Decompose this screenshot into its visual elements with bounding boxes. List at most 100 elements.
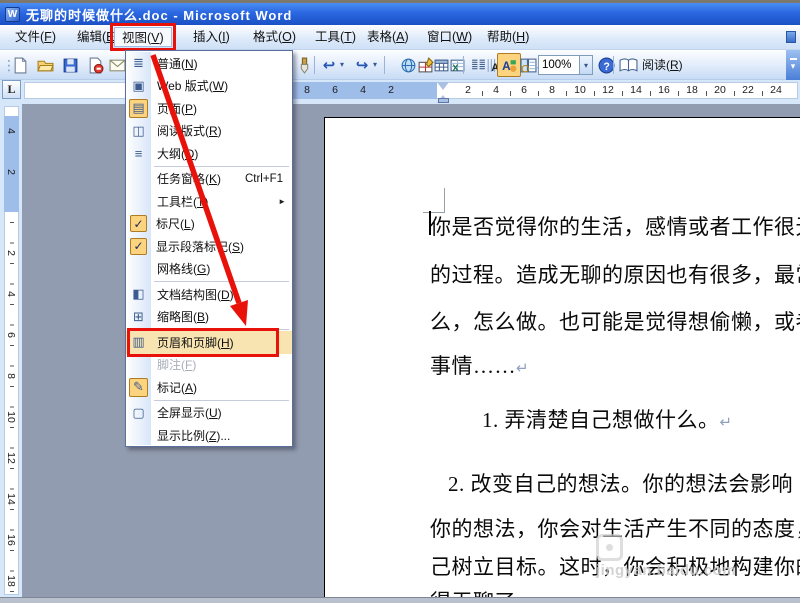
menu-item-toolbars[interactable]: 工具栏(T) ► bbox=[126, 190, 292, 213]
ruler-number: 8 bbox=[304, 84, 310, 96]
reading-mode-button[interactable]: 阅读(R) bbox=[616, 53, 686, 77]
ruler-number: 2 bbox=[465, 84, 471, 96]
text-boundary-corner-mark bbox=[444, 188, 445, 213]
tab-stop-selector[interactable]: L bbox=[2, 80, 21, 99]
ruler-ticks bbox=[10, 222, 14, 592]
full-screen-icon: ▢ bbox=[132, 404, 145, 420]
reading-layout-icon: ◫ bbox=[132, 122, 145, 138]
document-map-icon: ◧ bbox=[132, 286, 145, 302]
menu-item-full-screen[interactable]: ▢ 全屏显示(U) bbox=[126, 402, 292, 425]
menu-item-label: 缩略图(B) bbox=[157, 310, 210, 325]
help-button[interactable]: ? bbox=[594, 53, 618, 77]
menu-item-label: 标记(A) bbox=[157, 380, 198, 395]
menu-format[interactable]: 格式(O) bbox=[246, 27, 303, 47]
menu-item-label: 网格线(G) bbox=[157, 262, 211, 277]
document-list-item: 2. 改变自己的想法。你的想法会影响 bbox=[448, 472, 793, 496]
menu-item-label: 显示段落标记(S) bbox=[156, 239, 245, 254]
open-book-icon bbox=[619, 58, 638, 72]
undo-dropdown-caret[interactable]: ▾ bbox=[340, 60, 350, 69]
menu-item-print-layout[interactable]: ▤ 页面(P) bbox=[126, 97, 292, 120]
menu-item-label: 文档结构图(D) bbox=[157, 287, 234, 302]
menu-item-zoom[interactable]: 显示比例(Z)... bbox=[126, 424, 292, 447]
thumbnails-icon: ⊞ bbox=[133, 308, 144, 324]
menu-item-paragraph-marks[interactable]: ✓ 显示段落标记(S) bbox=[126, 235, 292, 258]
drawing-icon: A bbox=[502, 59, 516, 72]
menu-tools[interactable]: 工具(T) bbox=[308, 27, 363, 47]
save-button[interactable] bbox=[58, 53, 82, 77]
menu-item-label: 普通(N) bbox=[157, 56, 198, 71]
submenu-arrow-icon: ► bbox=[278, 196, 286, 206]
open-folder-icon bbox=[36, 60, 54, 71]
menu-item-header-footer[interactable]: ▥ 页眉和页脚(H) bbox=[126, 328, 292, 356]
word-window: W 无聊的时候做什么.doc - Microsoft Word 文件(F) 编辑… bbox=[0, 0, 800, 603]
standard-toolbar: ⋮ ↩ ▾ ↪ ▾ X A A 100% ▾ ? 阅读(R) ▾ bbox=[0, 50, 800, 80]
checkmark-icon: ✓ bbox=[130, 215, 147, 233]
svg-text:X: X bbox=[452, 62, 459, 73]
menu-item-reading-layout[interactable]: ◫ 阅读版式(R) bbox=[126, 120, 292, 143]
menu-item-thumbnails[interactable]: ⊞ 缩略图(B) bbox=[126, 306, 292, 329]
zoom-input[interactable] bbox=[538, 55, 580, 75]
menu-help[interactable]: 帮助(H) bbox=[480, 27, 536, 47]
menu-item-label: 页眉和页脚(H) bbox=[157, 335, 234, 350]
zoom-control: ▾ bbox=[538, 55, 593, 75]
markup-icon: ✎ bbox=[129, 377, 148, 397]
menu-item-label: 工具栏(T) bbox=[157, 194, 209, 209]
toolbar-separator bbox=[314, 56, 315, 74]
zoom-dropdown-caret[interactable]: ▾ bbox=[580, 55, 593, 75]
redo-button[interactable]: ↪ bbox=[350, 53, 374, 77]
watermark-text: jingyan.baidu.com bbox=[596, 562, 737, 579]
word-app-icon: W bbox=[5, 6, 20, 22]
permission-button[interactable] bbox=[83, 53, 107, 77]
left-indent-marker[interactable] bbox=[438, 98, 449, 103]
redo-dropdown-caret[interactable]: ▾ bbox=[373, 60, 383, 69]
format-painter-button[interactable] bbox=[292, 53, 316, 77]
menu-table[interactable]: 表格(A) bbox=[360, 27, 416, 47]
svg-text:A: A bbox=[502, 59, 511, 72]
new-document-button[interactable] bbox=[8, 53, 32, 77]
document-text-line: 么，怎么做。也可能是觉得想偷懒，或者 bbox=[430, 310, 800, 334]
view-menu-dropdown: ≣ 普通(N) ▣ Web 版式(W) ▤ 页面(P) ◫ 阅读版式(R) ≡ … bbox=[125, 50, 293, 447]
menubar-overflow[interactable] bbox=[786, 31, 796, 43]
format-painter-icon bbox=[300, 57, 308, 74]
menu-item-label: 页面(P) bbox=[157, 101, 198, 116]
menu-item-markup[interactable]: ✎ 标记(A) bbox=[126, 376, 292, 399]
ruler-number: 6 bbox=[332, 84, 338, 96]
menu-file[interactable]: 文件(F) bbox=[8, 27, 63, 47]
menu-item-web-layout[interactable]: ▣ Web 版式(W) bbox=[126, 75, 292, 98]
toolbar-separator bbox=[384, 56, 385, 74]
title-bar: W 无聊的时候做什么.doc - Microsoft Word bbox=[0, 3, 800, 25]
menu-item-outline[interactable]: ≡ 大纲(O) bbox=[126, 142, 292, 165]
menu-bar: 文件(F) 编辑(E) 视图(V) 插入(I) 格式(O) 工具(T) 表格(A… bbox=[0, 23, 800, 51]
outline-view-icon: ≡ bbox=[134, 145, 143, 161]
document-text-line: 事情……↵ bbox=[430, 354, 530, 378]
document-list-item: 1. 弄清楚自己想做什么。↵ bbox=[482, 408, 733, 432]
undo-icon: ↩ bbox=[322, 56, 336, 74]
toolbar-separator bbox=[463, 56, 464, 74]
menu-shortcut: Ctrl+F1 bbox=[244, 172, 283, 185]
document-text-line: 的过程。造成无聊的原因也有很多，最常 bbox=[430, 263, 800, 287]
menu-view[interactable]: 视图(V) bbox=[110, 23, 176, 51]
ruler-number: 4 bbox=[360, 84, 366, 96]
header-footer-icon: ▥ bbox=[132, 334, 145, 350]
menu-item-document-map[interactable]: ◧ 文档结构图(D) bbox=[126, 283, 292, 306]
menu-item-label: 全屏显示(U) bbox=[157, 406, 222, 421]
menu-insert[interactable]: 插入(I) bbox=[186, 27, 237, 47]
menu-item-label: Web 版式(W) bbox=[157, 79, 229, 94]
menu-item-label: 任务窗格(K) bbox=[157, 172, 222, 187]
menu-item-ruler[interactable]: ✓ 标尺(L) bbox=[126, 213, 292, 236]
undo-button[interactable]: ↩ bbox=[317, 53, 341, 77]
menu-item-normal-view[interactable]: ≣ 普通(N) bbox=[126, 52, 292, 75]
save-icon bbox=[63, 58, 77, 72]
new-document-icon bbox=[14, 57, 26, 73]
redo-icon: ↪ bbox=[355, 56, 369, 74]
menu-item-task-pane[interactable]: 任务窗格(K) Ctrl+F1 bbox=[126, 168, 292, 191]
web-layout-icon: ▣ bbox=[132, 77, 145, 93]
open-button[interactable] bbox=[33, 53, 57, 77]
toolbar-options-button[interactable]: ▾ bbox=[786, 50, 800, 80]
menu-item-footnotes[interactable]: 脚注(F) bbox=[126, 354, 292, 377]
svg-text:?: ? bbox=[603, 60, 609, 72]
menu-window[interactable]: 窗口(W) bbox=[420, 27, 479, 47]
window-title: 无聊的时候做什么.doc - Microsoft Word bbox=[26, 7, 293, 23]
horizontal-scrollbar-partial[interactable] bbox=[0, 597, 800, 603]
menu-item-gridlines[interactable]: 网格线(G) bbox=[126, 258, 292, 281]
